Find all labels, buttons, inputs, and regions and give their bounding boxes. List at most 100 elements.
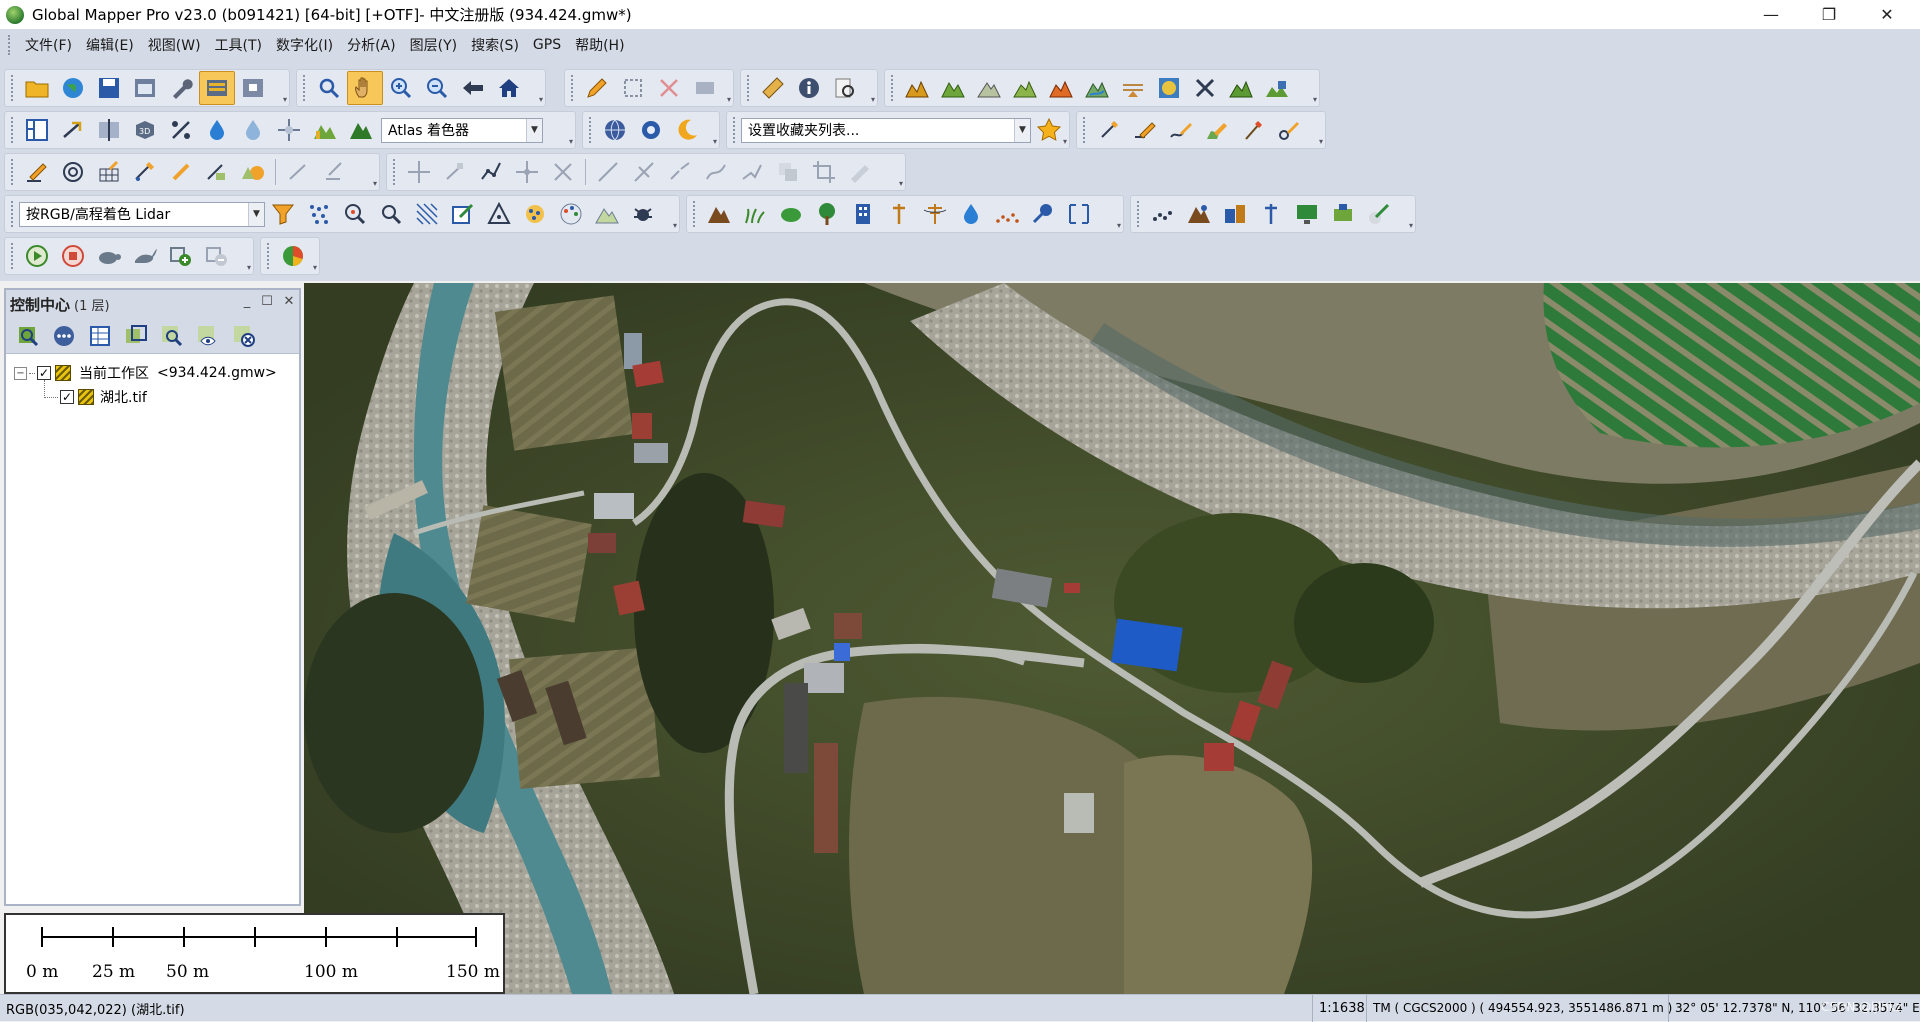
toolbar-grip[interactable]	[11, 201, 15, 227]
draw-curve-icon[interactable]	[1163, 113, 1199, 147]
panel-close-icon[interactable]: ✕	[280, 294, 298, 309]
toolbar-grip[interactable]	[11, 117, 15, 143]
menu-analysis[interactable]: 分析(A)	[340, 35, 403, 55]
moon-icon[interactable]	[669, 113, 705, 147]
close-button[interactable]: ✕	[1858, 0, 1916, 29]
toolbar-grip[interactable]	[267, 243, 271, 269]
ruler-icon[interactable]	[755, 71, 791, 105]
globe-icon[interactable]	[55, 71, 91, 105]
vertex-line-icon[interactable]	[473, 155, 509, 189]
layout-icon[interactable]	[19, 113, 55, 147]
breaklines-icon[interactable]	[1061, 197, 1097, 231]
contour-icon[interactable]	[971, 71, 1007, 105]
panel-minimize-icon[interactable]: _	[238, 294, 256, 309]
cloud-class-icon[interactable]	[517, 197, 553, 231]
online-globe-icon[interactable]	[597, 113, 633, 147]
screen-export-icon[interactable]	[1289, 197, 1325, 231]
toolbar-overflow[interactable]: ▾	[725, 94, 733, 106]
minimize-button[interactable]: —	[1742, 0, 1800, 29]
zoom-in-icon[interactable]	[383, 71, 419, 105]
simplify-icon[interactable]	[734, 155, 770, 189]
add-vertex-icon[interactable]	[163, 239, 199, 273]
shader-icon[interactable]	[1151, 71, 1187, 105]
toolbar-overflow[interactable]: ▾	[897, 178, 905, 190]
draw-area-icon[interactable]	[1199, 113, 1235, 147]
layer-find-icon[interactable]	[154, 319, 190, 353]
select-box-icon[interactable]	[615, 71, 651, 105]
toolbar-overflow[interactable]: ▾	[1311, 94, 1319, 106]
measure-tape-icon[interactable]	[842, 155, 878, 189]
build-icon[interactable]	[1259, 71, 1295, 105]
ground-class-icon[interactable]	[701, 197, 737, 231]
workspace-tree-item[interactable]: − ✓ 当前工作区 <934.424.gmw>	[14, 362, 277, 384]
chevron-down-icon[interactable]: ▼	[248, 202, 264, 226]
tools-cross-icon[interactable]	[1187, 71, 1223, 105]
toolbar-overflow[interactable]: ▾	[1061, 136, 1069, 148]
toolbar-overflow[interactable]: ▾	[869, 94, 877, 106]
edit-lidar-icon[interactable]	[1361, 197, 1397, 231]
snap-icon[interactable]	[127, 155, 163, 189]
layer-search-icon[interactable]	[10, 319, 46, 353]
combine-icon[interactable]	[199, 155, 235, 189]
toolbar-grip[interactable]	[1083, 117, 1087, 143]
control-center-toggle-icon[interactable]	[199, 71, 235, 105]
extract-building-icon[interactable]	[1217, 197, 1253, 231]
window-view-icon[interactable]	[127, 71, 163, 105]
toolbar-overflow[interactable]: ▾	[245, 262, 253, 274]
toolbar-grip[interactable]	[11, 75, 15, 101]
turtle-icon[interactable]	[91, 239, 127, 273]
dtm-icon[interactable]	[1181, 197, 1217, 231]
layer-checkbox[interactable]: ✓	[60, 390, 74, 404]
wrench-icon[interactable]	[163, 71, 199, 105]
terrain-points-icon[interactable]	[589, 197, 625, 231]
profile-dots-icon[interactable]	[989, 197, 1025, 231]
percent-icon[interactable]	[163, 113, 199, 147]
toolbar-grip[interactable]	[733, 117, 737, 143]
workspace-checkbox[interactable]: ✓	[37, 366, 51, 380]
cut-fill-icon[interactable]	[1043, 71, 1079, 105]
building-icon[interactable]	[845, 197, 881, 231]
overview-map-icon[interactable]	[235, 71, 271, 105]
toolbar-grip[interactable]	[571, 75, 575, 101]
draw-rect-icon[interactable]	[1235, 113, 1271, 147]
menu-digitize[interactable]: 数字化(I)	[269, 35, 340, 55]
palette-icon[interactable]	[553, 197, 589, 231]
toolbar-overflow[interactable]: ▾	[311, 262, 319, 274]
smooth-icon[interactable]	[698, 155, 734, 189]
grid-icon[interactable]	[91, 155, 127, 189]
toolbar-grip[interactable]	[393, 159, 397, 185]
menu-file[interactable]: 文件(F)	[18, 35, 79, 55]
toolbar-grip[interactable]	[693, 201, 697, 227]
edit-attr-icon[interactable]	[316, 155, 352, 189]
3d-view-icon[interactable]: 3D	[127, 113, 163, 147]
pan-hand-icon[interactable]	[347, 71, 383, 105]
watershed-icon[interactable]	[1079, 71, 1115, 105]
search-points-icon[interactable]	[337, 197, 373, 231]
save-icon[interactable]	[91, 71, 127, 105]
powerline-icon[interactable]	[917, 197, 953, 231]
feature-info-icon[interactable]	[827, 71, 863, 105]
toolbar-overflow[interactable]: ▾	[671, 220, 679, 232]
edit-vertex-icon[interactable]	[19, 155, 55, 189]
terrain-edit-icon[interactable]	[1223, 71, 1259, 105]
lidar-class-icon[interactable]	[271, 113, 307, 147]
dot-profile-icon[interactable]	[1145, 197, 1181, 231]
attribute-table-icon[interactable]	[82, 319, 118, 353]
open-folder-icon[interactable]	[19, 71, 55, 105]
toolbar-overflow[interactable]: ▾	[1317, 136, 1325, 148]
maximize-button[interactable]: ❐	[1800, 0, 1858, 29]
bug-noise-icon[interactable]	[625, 197, 661, 231]
toolbar-grip[interactable]	[589, 117, 593, 143]
toolbar-grip[interactable]	[303, 75, 307, 101]
back-arrow-icon[interactable]	[455, 71, 491, 105]
filter-funnel-icon[interactable]	[265, 197, 301, 231]
crop-icon[interactable]	[806, 155, 842, 189]
draw-line-icon[interactable]	[1127, 113, 1163, 147]
toolbar-overflow[interactable]: ▾	[1115, 220, 1123, 232]
menu-search[interactable]: 搜索(S)	[464, 35, 526, 55]
query-points-icon[interactable]	[373, 197, 409, 231]
remove-vertex-icon[interactable]	[199, 239, 235, 273]
delete-vertex-icon[interactable]	[545, 155, 581, 189]
toolbar-grip[interactable]	[747, 75, 751, 101]
draw-point-icon[interactable]	[1091, 113, 1127, 147]
